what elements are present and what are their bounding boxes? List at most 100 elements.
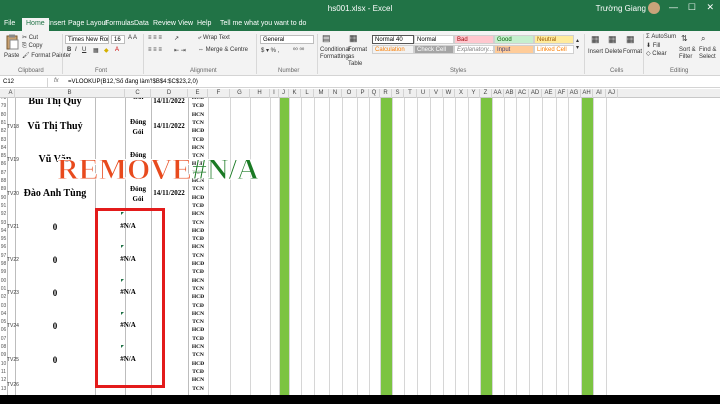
borders-icon[interactable]: ▦ — [93, 47, 99, 54]
style-input[interactable]: Input — [494, 45, 534, 54]
column-header-ai[interactable]: AI — [593, 89, 606, 98]
paste-button[interactable]: Paste — [4, 53, 19, 59]
style-normal[interactable]: Normal — [414, 35, 454, 44]
column-header-z[interactable]: Z — [480, 89, 492, 98]
tab-file[interactable]: File — [4, 20, 15, 27]
column-header-aa[interactable]: AA — [492, 89, 504, 98]
decimal-icon[interactable]: ⁰⁰ ⁰⁰ — [293, 47, 304, 54]
column-header-ae[interactable]: AE — [542, 89, 556, 98]
cut-button[interactable]: ✂ Cut — [22, 34, 38, 41]
tell-me-search[interactable]: Tell me what you want to do — [220, 20, 306, 27]
conditional-formatting-button[interactable]: Conditional Formatting — [320, 47, 350, 61]
column-header-af[interactable]: AF — [556, 89, 568, 98]
worksheet-grid[interactable]: 78HCĐ79TCĐBùi Thị QuýGói14/11/202280HCN8… — [0, 98, 720, 395]
styles-scroll-icon[interactable]: ▴ ▾ — [576, 37, 579, 51]
column-header-v[interactable]: V — [430, 89, 443, 98]
style-linked-cell[interactable]: Linked Cell — [534, 45, 574, 54]
style-calculation[interactable]: Calculation — [372, 45, 414, 54]
find-select-icon[interactable]: ⌕ — [701, 34, 705, 44]
tab-home[interactable]: Home — [22, 18, 49, 31]
column-header-w[interactable]: W — [443, 89, 455, 98]
font-size-select[interactable]: 16 — [111, 35, 125, 44]
fill-button[interactable]: ⬇ Fill — [646, 42, 660, 49]
style-check-cell[interactable]: Check Cell — [414, 45, 454, 54]
format-cells-icon[interactable]: ▦ — [626, 34, 635, 45]
font-name-select[interactable]: Times New Roman — [65, 35, 109, 44]
align-top-icon[interactable]: ≡ ≡ ≡ — [148, 35, 162, 41]
column-header-h[interactable]: H — [250, 89, 270, 98]
merge-center-button[interactable]: ⇔ Merge & Centre — [198, 47, 248, 53]
column-header-b[interactable]: B — [15, 89, 125, 98]
style-normal-40[interactable]: Normal 40 — [372, 35, 414, 44]
column-header-ag[interactable]: AG — [568, 89, 581, 98]
format-as-table-button[interactable]: Format as Table — [348, 47, 370, 68]
column-header-ad[interactable]: AD — [529, 89, 542, 98]
fx-icon[interactable]: fx — [54, 78, 59, 84]
wrap-text-button[interactable]: ⤶ Wrap Text — [198, 35, 230, 42]
tab-insert[interactable]: Insert — [48, 20, 66, 27]
maximize-button[interactable]: ☐ — [688, 2, 696, 13]
column-header-y[interactable]: Y — [468, 89, 480, 98]
style-good[interactable]: Good — [494, 35, 534, 44]
column-header-m[interactable]: M — [314, 89, 329, 98]
column-header-k[interactable]: K — [289, 89, 301, 98]
column-header-aj[interactable]: AJ — [606, 89, 618, 98]
close-button[interactable]: ✕ — [706, 2, 714, 13]
formula-input[interactable]: =VLOOKUP(B12,'Số đang làm'!$B$4:$C$23,2,… — [68, 78, 198, 87]
format-cells-button[interactable]: Format — [623, 49, 642, 55]
column-header-c[interactable]: C — [125, 89, 151, 98]
column-header-f[interactable]: F — [208, 89, 230, 98]
fill-color-icon[interactable]: ◆ — [104, 47, 109, 54]
find-select-button[interactable]: Find & Select — [699, 47, 718, 61]
conditional-formatting-icon[interactable]: ▤ — [322, 33, 331, 44]
tab-review[interactable]: Review — [153, 20, 176, 27]
name-box[interactable]: C12 — [0, 78, 48, 87]
column-header-u[interactable]: U — [417, 89, 430, 98]
column-header-a[interactable]: A — [7, 89, 15, 98]
align-left-icon[interactable]: ≡ ≡ ≡ — [148, 47, 162, 53]
minimize-button[interactable]: — — [669, 2, 678, 12]
column-header-ah[interactable]: AH — [581, 89, 593, 98]
autosum-button[interactable]: Σ AutoSum — [646, 34, 676, 40]
delete-cells-icon[interactable]: ▦ — [608, 34, 617, 45]
font-color-icon[interactable]: A — [115, 47, 119, 53]
tab-help[interactable]: Help — [197, 20, 211, 27]
italic-button[interactable]: I — [75, 47, 77, 53]
orientation-icon[interactable]: ↗ — [174, 35, 179, 42]
user-name[interactable]: Trường Giang — [596, 4, 646, 13]
underline-button[interactable]: U — [82, 47, 86, 53]
column-header-e[interactable]: E — [188, 89, 208, 98]
sort-filter-icon[interactable]: ⇅ — [681, 34, 688, 43]
column-header-ac[interactable]: AC — [516, 89, 529, 98]
column-header-q[interactable]: Q — [369, 89, 380, 98]
clear-button[interactable]: ◇ Clear — [646, 50, 667, 57]
column-header-t[interactable]: T — [404, 89, 417, 98]
copy-button[interactable]: ⎘ Copy — [22, 43, 42, 50]
column-header-ab[interactable]: AB — [504, 89, 516, 98]
column-header-i[interactable]: I — [270, 89, 279, 98]
insert-cells-button[interactable]: Insert — [588, 49, 603, 55]
style-explanatory[interactable]: Explanatory... — [454, 45, 494, 54]
insert-cells-icon[interactable]: ▦ — [591, 34, 600, 45]
tab-data[interactable]: Data — [134, 20, 149, 27]
sort-filter-button[interactable]: Sort & Filter — [679, 47, 697, 61]
font-grow-icon[interactable]: A A — [128, 35, 137, 41]
column-header-l[interactable]: L — [301, 89, 314, 98]
column-header-d[interactable]: D — [151, 89, 188, 98]
currency-icon[interactable]: $ ▾ % , — [261, 47, 279, 54]
indent-icon[interactable]: ⇤ ⇥ — [174, 47, 186, 54]
column-header-j[interactable]: J — [279, 89, 289, 98]
column-header-n[interactable]: N — [329, 89, 342, 98]
format-as-table-icon[interactable]: ▦ — [349, 33, 358, 44]
style-bad[interactable]: Bad — [454, 35, 494, 44]
delete-cells-button[interactable]: Delete — [605, 49, 622, 55]
avatar[interactable] — [648, 2, 660, 14]
bold-button[interactable]: B — [67, 47, 71, 53]
paste-icon[interactable] — [5, 34, 19, 50]
column-header-p[interactable]: P — [357, 89, 369, 98]
column-header-r[interactable]: R — [380, 89, 392, 98]
column-header-s[interactable]: S — [392, 89, 404, 98]
number-format-select[interactable]: General — [260, 35, 314, 44]
style-neutral[interactable]: Neutral — [534, 35, 574, 44]
column-header-o[interactable]: O — [342, 89, 357, 98]
